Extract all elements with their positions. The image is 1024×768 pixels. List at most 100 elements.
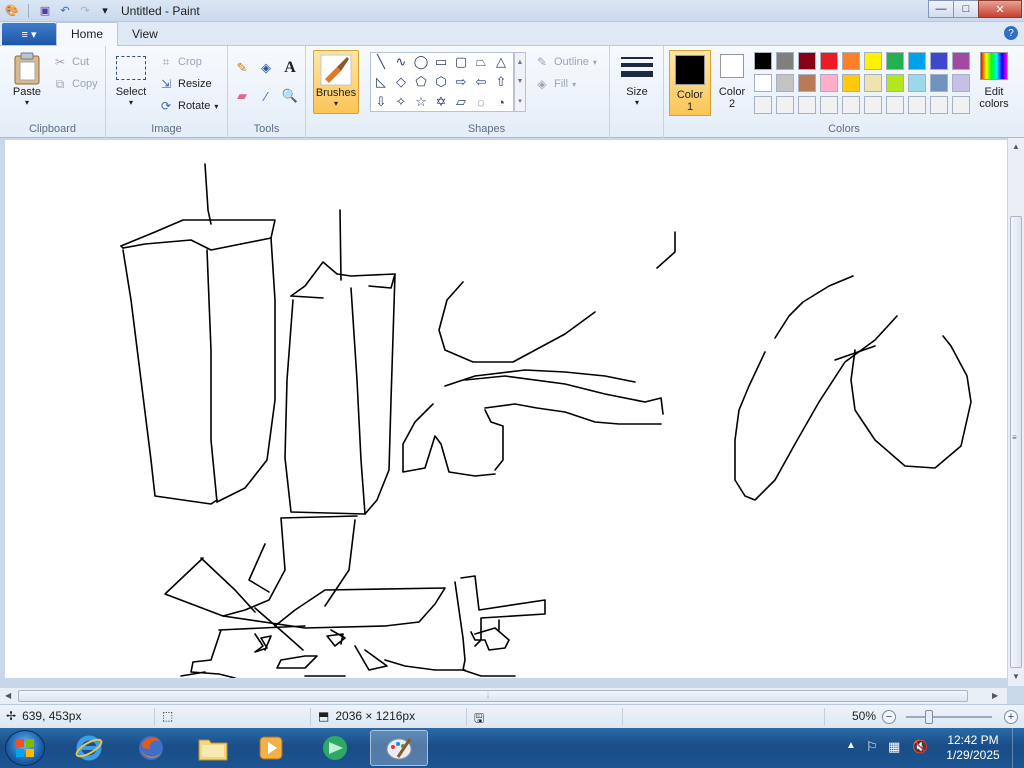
rotate-button[interactable]: ⟳ Rotate ▾ [158,98,218,114]
six-point-star-shape-icon[interactable]: ✡ [431,93,451,111]
color-picker-icon[interactable]: ⁄ [256,86,276,106]
scroll-down-icon[interactable]: ▼ [1012,672,1020,681]
left-arrow-shape-icon[interactable]: ⇦ [471,73,491,91]
magnifier-icon[interactable]: 🔍 [280,86,300,106]
palette-swatch[interactable] [754,74,772,92]
palette-swatch[interactable] [864,52,882,70]
system-clock[interactable]: 12:42 PM 1/29/2025 [938,733,1008,763]
palette-swatch[interactable] [842,74,860,92]
palette-swatch[interactable] [776,74,794,92]
zoom-out-icon[interactable]: − [882,710,896,724]
rectangle-shape-icon[interactable]: ▭ [431,53,451,71]
palette-swatch[interactable] [820,52,838,70]
edit-colors-button[interactable]: Edit colors [974,52,1014,110]
palette-swatch[interactable] [930,96,948,114]
palette-swatch[interactable] [776,52,794,70]
palette-swatch[interactable] [842,96,860,114]
palette-swatch[interactable] [776,96,794,114]
polygon-shape-icon[interactable]: ⏢ [471,53,491,71]
tab-view[interactable]: View [118,23,172,45]
palette-swatch[interactable] [820,96,838,114]
up-arrow-shape-icon[interactable]: ⇧ [491,73,511,91]
cut-button[interactable]: ✂ Cut [52,54,89,70]
palette-swatch[interactable] [798,96,816,114]
curve-shape-icon[interactable]: ∿ [391,53,411,71]
five-point-star-shape-icon[interactable]: ☆ [411,93,431,111]
start-button[interactable] [5,730,45,766]
network-icon[interactable]: ▦ [888,739,900,755]
rounded-rectangle-shape-icon[interactable]: ▢ [451,53,471,71]
palette-swatch[interactable] [952,96,970,114]
palette-swatch[interactable] [952,52,970,70]
select-button[interactable]: Select ▾ [114,56,148,107]
size-button[interactable]: Size ▾ [618,52,656,107]
palette-swatch[interactable] [908,74,926,92]
shapes-scroll-up-icon[interactable]: ▲ [517,59,524,66]
palette-swatch[interactable] [908,96,926,114]
palette-swatch[interactable] [820,74,838,92]
scroll-left-icon[interactable]: ◀ [5,691,11,700]
tab-home[interactable]: Home [56,22,119,46]
show-desktop-button[interactable] [1012,728,1024,768]
palette-swatch[interactable] [886,96,904,114]
paint-app-icon[interactable]: 🎨 [4,3,20,19]
pencil-icon[interactable]: ✎ [232,58,252,78]
show-hidden-icons-icon[interactable]: ▲ [846,740,856,751]
horizontal-scrollbar[interactable]: ◀ ⦙ ▶ [0,687,1007,704]
maximize-button[interactable]: □ [953,0,979,18]
oval-shape-icon[interactable]: ◯ [411,53,431,71]
scroll-up-icon[interactable]: ▲ [1012,142,1020,151]
fill-button[interactable]: ◈ Fill ▾ [534,76,576,92]
palette-swatch[interactable] [754,52,772,70]
fill-bucket-icon[interactable]: ◈ [256,58,276,78]
paste-button[interactable]: Paste ▾ [8,52,46,107]
palette-swatch[interactable] [754,96,772,114]
action-center-icon[interactable]: ⚐ [866,739,878,755]
taskbar-internet-explorer[interactable] [62,730,116,766]
close-button[interactable]: ✕ [978,0,1022,18]
minimize-button[interactable]: — [928,0,954,18]
palette-swatch[interactable] [930,52,948,70]
line-shape-icon[interactable]: ╲ [371,53,391,71]
color1-button[interactable]: Color 1 [669,50,711,116]
vertical-scroll-thumb[interactable]: ≡ [1010,216,1022,668]
palette-swatch[interactable] [886,74,904,92]
help-icon[interactable]: ? [1004,26,1018,40]
zoom-in-icon[interactable]: + [1004,710,1018,724]
palette-swatch[interactable] [798,52,816,70]
vertical-scrollbar[interactable]: ▲ ≡ ▼ [1007,138,1024,686]
undo-icon[interactable]: ↶ [57,3,73,19]
palette-swatch[interactable] [864,96,882,114]
taskbar-media-player[interactable] [244,730,298,766]
color2-button[interactable]: Color 2 [713,54,751,110]
pentagon-shape-icon[interactable]: ⬠ [411,73,431,91]
palette-swatch[interactable] [886,52,904,70]
drawing-canvas[interactable] [5,140,1007,679]
diamond-shape-icon[interactable]: ◇ [391,73,411,91]
palette-swatch[interactable] [842,52,860,70]
palette-swatch[interactable] [930,74,948,92]
save-icon[interactable]: ▣ [37,3,53,19]
zoom-slider-knob[interactable] [925,710,933,724]
palette-swatch[interactable] [908,52,926,70]
taskbar-firefox[interactable] [124,730,178,766]
cloud-callout-shape-icon[interactable]: ◔ [491,93,511,111]
taskbar-green-app[interactable] [308,730,362,766]
right-arrow-shape-icon[interactable]: ⇨ [451,73,471,91]
down-arrow-shape-icon[interactable]: ⇩ [371,93,391,111]
right-triangle-shape-icon[interactable]: ◺ [371,73,391,91]
redo-icon[interactable]: ↷ [77,3,93,19]
resize-button[interactable]: ⇲ Resize [158,76,212,92]
rect-callout-shape-icon[interactable]: ▱ [451,93,471,111]
horizontal-scroll-thumb[interactable]: ⦙ [18,690,968,702]
palette-swatch[interactable] [864,74,882,92]
shapes-scroll-down-icon[interactable]: ▼ [517,78,524,85]
taskbar-paint[interactable] [370,730,428,766]
copy-button[interactable]: ⧉ Copy [52,76,98,92]
oval-callout-shape-icon[interactable]: ◌ [471,93,491,111]
shapes-expand-icon[interactable]: ▾ [518,97,522,105]
text-icon[interactable]: A [280,58,300,78]
crop-button[interactable]: ⌗ Crop [158,54,202,70]
palette-swatch[interactable] [798,74,816,92]
qat-customize-icon[interactable]: ▾ [97,3,113,19]
